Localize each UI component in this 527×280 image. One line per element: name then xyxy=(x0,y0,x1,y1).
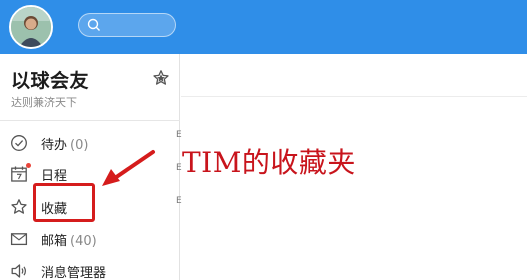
sidebar-item-label: 消息管理器 xyxy=(41,266,107,280)
annotation-arrow-icon xyxy=(102,150,155,186)
main-divider xyxy=(181,96,527,97)
search-icon xyxy=(87,18,100,31)
sidebar-item-mail[interactable]: 邮箱 (40) xyxy=(0,224,180,254)
sidebar-item-label: 待办 xyxy=(41,138,68,153)
speaker-icon xyxy=(10,262,28,280)
clipped-text: E xyxy=(176,163,182,173)
check-circle-icon xyxy=(10,134,28,152)
highlight-box xyxy=(33,183,95,222)
top-bar xyxy=(0,0,527,54)
clipped-text: E xyxy=(176,196,182,206)
sidebar-item-message-manager[interactable]: 消息管理器 xyxy=(0,256,180,280)
star-icon xyxy=(10,198,28,216)
avatar-photo-icon xyxy=(11,7,51,47)
notification-dot xyxy=(26,163,31,168)
mail-count: (40) xyxy=(70,234,97,249)
star-icon[interactable] xyxy=(152,69,170,87)
annotation-label: TIM的收藏夹 xyxy=(182,146,356,179)
clipped-text: E xyxy=(176,130,182,140)
mail-icon xyxy=(10,230,28,248)
calendar-icon xyxy=(10,165,28,183)
user-avatar[interactable] xyxy=(9,5,53,49)
sidebar-divider xyxy=(0,120,180,121)
todo-count: (0) xyxy=(70,138,89,153)
group-title: 以球会友 xyxy=(11,70,90,92)
group-subtitle: 达则兼济天下 xyxy=(11,96,77,109)
sidebar-item-label: 日程 xyxy=(41,169,68,184)
sidebar-item-label: 邮箱 xyxy=(41,234,68,249)
search-box[interactable] xyxy=(78,13,176,37)
